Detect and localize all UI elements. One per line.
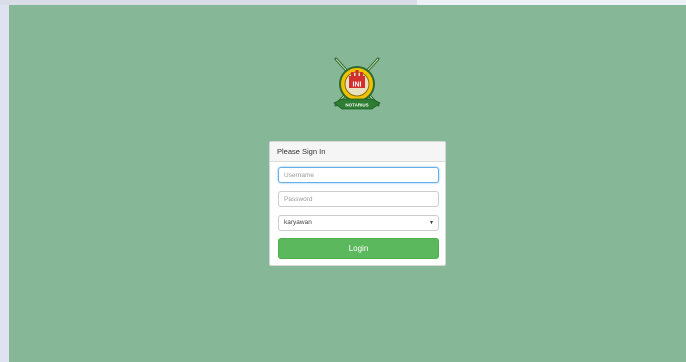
panel-heading: Please Sign In [270,142,445,162]
username-input[interactable] [278,167,439,183]
login-button[interactable]: Login [278,238,439,259]
logo-ribbon-text: NOTARIUS [345,103,368,108]
logo-badge-text: INI [353,82,362,89]
password-input[interactable] [278,191,439,207]
role-select[interactable]: karyawan ▼ [278,215,439,231]
role-select-value: karyawan [284,219,312,226]
chevron-down-icon: ▼ [429,220,434,226]
notarius-logo-icon: INI NOTARIUS [333,57,381,110]
sign-in-panel: Please Sign In karyawan ▼ Login [269,141,446,266]
